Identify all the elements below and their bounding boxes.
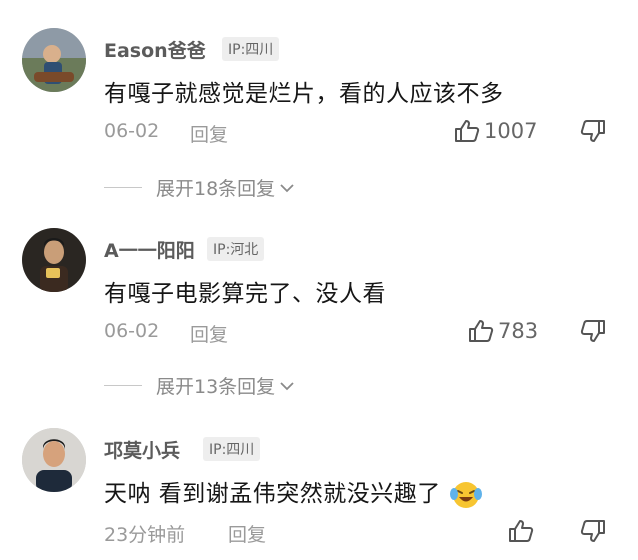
like-button[interactable]: 783 bbox=[468, 318, 538, 344]
divider-line bbox=[104, 385, 142, 386]
reply-button[interactable]: 回复 bbox=[190, 120, 228, 147]
ip-location-badge: IP:河北 bbox=[207, 237, 265, 261]
thumbs-up-icon bbox=[454, 118, 480, 144]
thumbs-down-icon bbox=[580, 318, 606, 344]
like-count: 783 bbox=[498, 319, 539, 343]
dislike-button[interactable] bbox=[580, 518, 606, 544]
like-count: 1007 bbox=[484, 119, 538, 143]
comment-text-body: 天呐 看到谢孟伟突然就没兴趣了 bbox=[104, 481, 441, 507]
comment-text: 有嘎子电影算完了、没人看 bbox=[104, 281, 386, 307]
thumbs-up-icon bbox=[468, 318, 494, 344]
divider-line bbox=[104, 187, 142, 188]
thumbs-up-icon bbox=[508, 518, 534, 544]
avatar[interactable] bbox=[22, 428, 86, 492]
username[interactable]: A一一阳阳 bbox=[104, 236, 195, 263]
expand-replies-button[interactable]: 展开18条回复 bbox=[104, 174, 295, 201]
ip-location-badge: IP:四川 bbox=[203, 437, 261, 461]
comment-text: 有嘎子就感觉是烂片，看的人应该不多 bbox=[104, 81, 504, 107]
reply-button[interactable]: 回复 bbox=[190, 320, 228, 347]
username[interactable]: 邛莫小兵 bbox=[104, 436, 180, 463]
thumbs-down-icon bbox=[580, 518, 606, 544]
dislike-button[interactable] bbox=[580, 318, 606, 344]
chevron-down-icon bbox=[279, 375, 295, 397]
like-button[interactable] bbox=[508, 518, 538, 544]
reply-button[interactable]: 回复 bbox=[228, 520, 266, 547]
comment-date: 06-02 bbox=[104, 320, 160, 342]
expand-replies-button[interactable]: 展开13条回复 bbox=[104, 372, 295, 399]
expand-replies-label: 展开18条回复 bbox=[156, 178, 276, 200]
ip-location-badge: IP:四川 bbox=[222, 37, 280, 61]
chevron-down-icon bbox=[279, 177, 295, 199]
username[interactable]: Eason爸爸 bbox=[104, 36, 206, 63]
avatar[interactable] bbox=[22, 28, 86, 92]
laughing-crying-emoji-icon bbox=[449, 480, 483, 510]
comment-text: 天呐 看到谢孟伟突然就没兴趣了 bbox=[104, 474, 483, 510]
thumbs-down-icon bbox=[580, 118, 606, 144]
expand-replies-label: 展开13条回复 bbox=[156, 376, 276, 398]
comment-date: 06-02 bbox=[104, 120, 160, 142]
dislike-button[interactable] bbox=[580, 118, 606, 144]
like-button[interactable]: 1007 bbox=[454, 118, 537, 144]
comment-date: 23分钟前 bbox=[104, 524, 186, 546]
avatar[interactable] bbox=[22, 228, 86, 292]
